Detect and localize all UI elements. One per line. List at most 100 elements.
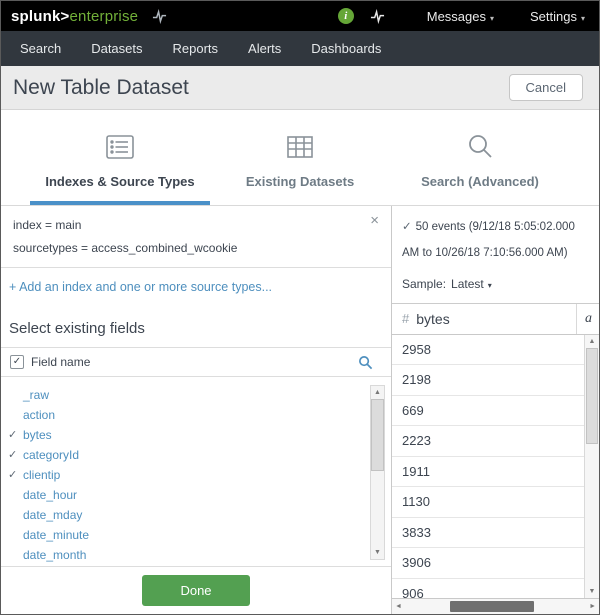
field-name: date_minute — [23, 528, 89, 542]
sourcetypes-line: sourcetypes = access_combined_wcookie — [13, 241, 379, 255]
index-selection-card: index = main sourcetypes = access_combin… — [1, 206, 391, 268]
tab-search-advanced[interactable]: Search (Advanced) — [390, 110, 570, 205]
table-cell[interactable]: 2223 — [392, 426, 584, 457]
check-icon: ✓ — [8, 448, 17, 461]
close-icon[interactable]: × — [370, 214, 379, 228]
field-item[interactable]: ✓ clientip — [1, 465, 363, 485]
field-list-scrollbar[interactable]: ▲ ▼ — [370, 385, 385, 560]
info-icon[interactable]: i — [338, 8, 354, 24]
search-icon[interactable] — [358, 355, 373, 370]
left-panel: index = main sourcetypes = access_combin… — [1, 206, 391, 614]
tab-label: Indexes & Source Types — [45, 174, 194, 189]
activity-icon[interactable] — [152, 9, 167, 24]
scroll-right-icon[interactable]: ► — [589, 600, 596, 614]
field-list: ✓ _raw ✓ action ✓ bytes — [1, 377, 391, 566]
topbar: splunk>enterprise i Messages▾ Settings ▾ — [1, 1, 599, 31]
sample-value: Latest — [451, 277, 484, 291]
field-item[interactable]: ✓ action — [1, 405, 363, 425]
table-cell[interactable]: 1911 — [392, 457, 584, 488]
dataset-source-tabs: Indexes & Source Types Existing Datasets… — [1, 110, 599, 206]
column-divider — [576, 304, 577, 334]
string-type-icon: a — [585, 311, 592, 327]
field-name: _raw — [23, 388, 49, 402]
scrollbar-thumb[interactable] — [586, 348, 598, 444]
field-name: date_hour — [23, 488, 77, 502]
preview-rows: 2958 2198 669 2223 1911 1130 3833 3906 — [392, 335, 599, 598]
caret-down-icon: ▾ — [488, 281, 492, 290]
splunk-new-table-dataset-window: splunk>enterprise i Messages▾ Settings▾ … — [0, 0, 600, 615]
column-header-bytes[interactable]: # bytes a — [392, 304, 599, 335]
add-index-link[interactable]: + Add an index and one or more source ty… — [1, 268, 391, 304]
splunk-logo[interactable]: splunk>enterprise — [11, 8, 138, 25]
sample-row: Sample: Latest ▾ — [402, 277, 589, 291]
field-item[interactable]: ✓ date_hour — [1, 485, 363, 505]
preview-scrollbar[interactable]: ▲ ▼ — [584, 335, 599, 598]
magnifier-icon — [464, 130, 496, 164]
left-footer: Done — [1, 566, 391, 614]
nav-item[interactable]: Dashboards — [296, 31, 396, 66]
settings-label: Settings — [530, 9, 577, 24]
cancel-button[interactable]: Cancel — [509, 74, 583, 101]
preview-panel: ✓50 events (9/12/18 5:05:02.000 AM to 10… — [391, 206, 599, 614]
scroll-up-icon[interactable]: ▲ — [371, 386, 384, 399]
field-item[interactable]: ✓ date_month — [1, 545, 363, 565]
settings-menu[interactable]: Settings ▾ — [530, 9, 585, 24]
table-grid-icon — [284, 130, 316, 164]
table-cell[interactable]: 669 — [392, 396, 584, 427]
table-cell[interactable]: 2958 — [392, 335, 584, 366]
select-fields-title: Select existing fields — [1, 320, 391, 347]
scrollbar-thumb[interactable] — [450, 601, 534, 612]
field-name: bytes — [23, 428, 52, 442]
done-button[interactable]: Done — [142, 575, 249, 606]
scroll-up-icon[interactable]: ▲ — [585, 335, 599, 348]
field-filter-row: ✓ Field name — [1, 347, 391, 377]
nav-item[interactable]: Alerts — [233, 31, 296, 66]
nav-item[interactable]: Datasets — [76, 31, 157, 66]
horizontal-scrollbar[interactable]: ◄ ► — [392, 598, 599, 614]
events-summary-line: ✓50 events (9/12/18 5:05:02.000 AM to 10… — [402, 214, 589, 267]
field-item[interactable]: ✓ date_minute — [1, 525, 363, 545]
check-icon: ✓ — [402, 221, 412, 233]
field-item[interactable]: ✓ date_mday — [1, 505, 363, 525]
field-item[interactable]: ✓ _raw — [1, 385, 363, 405]
nav-item[interactable]: Search — [5, 31, 76, 66]
table-cell[interactable]: 3833 — [392, 518, 584, 549]
activity-icon[interactable] — [370, 9, 385, 24]
page-header: New Table Dataset Cancel — [1, 66, 599, 110]
tab-label: Search (Advanced) — [421, 174, 539, 189]
tab-label: Existing Datasets — [246, 174, 354, 189]
field-name-checkbox[interactable]: ✓ — [10, 355, 24, 369]
filter-label: Field name — [31, 355, 90, 369]
field-item[interactable]: ✓ bytes — [1, 425, 363, 445]
field-name: categoryId — [23, 448, 79, 462]
logo-text-enterprise: enterprise — [70, 8, 139, 25]
scroll-left-icon[interactable]: ◄ — [395, 600, 402, 614]
tab-existing-datasets[interactable]: Existing Datasets — [210, 110, 390, 205]
table-cell[interactable]: 3906 — [392, 548, 584, 579]
table-cell[interactable]: 2198 — [392, 365, 584, 396]
index-line: index = main — [13, 218, 379, 232]
messages-label: Messages — [427, 9, 486, 24]
scrollbar-thumb[interactable] — [371, 399, 384, 471]
sample-dropdown[interactable]: Latest ▾ — [451, 277, 492, 291]
app-nav: Search Datasets Reports Alerts Dashboard… — [1, 31, 599, 66]
scrollbar-track[interactable] — [585, 348, 599, 585]
page-title: New Table Dataset — [1, 76, 189, 100]
messages-menu[interactable]: Messages▾ — [427, 9, 494, 24]
nav-item[interactable]: Reports — [158, 31, 234, 66]
logo-text-splunk: splunk> — [11, 8, 70, 25]
caret-down-icon: ▾ — [581, 14, 585, 23]
field-name: date_mday — [23, 508, 82, 522]
list-box-icon — [104, 130, 136, 164]
scroll-down-icon[interactable]: ▼ — [371, 546, 384, 559]
field-name: clientip — [23, 468, 60, 482]
scrollbar-track[interactable] — [371, 399, 384, 546]
sample-label: Sample: — [402, 277, 446, 291]
table-cell[interactable]: 1130 — [392, 487, 584, 518]
scroll-down-icon[interactable]: ▼ — [585, 585, 599, 598]
tab-indexes-source-types[interactable]: Indexes & Source Types — [30, 110, 210, 205]
column-name: bytes — [416, 311, 449, 327]
field-item[interactable]: ✓ categoryId — [1, 445, 363, 465]
check-icon: ✓ — [8, 428, 17, 441]
table-cell[interactable]: 906 — [392, 579, 584, 598]
